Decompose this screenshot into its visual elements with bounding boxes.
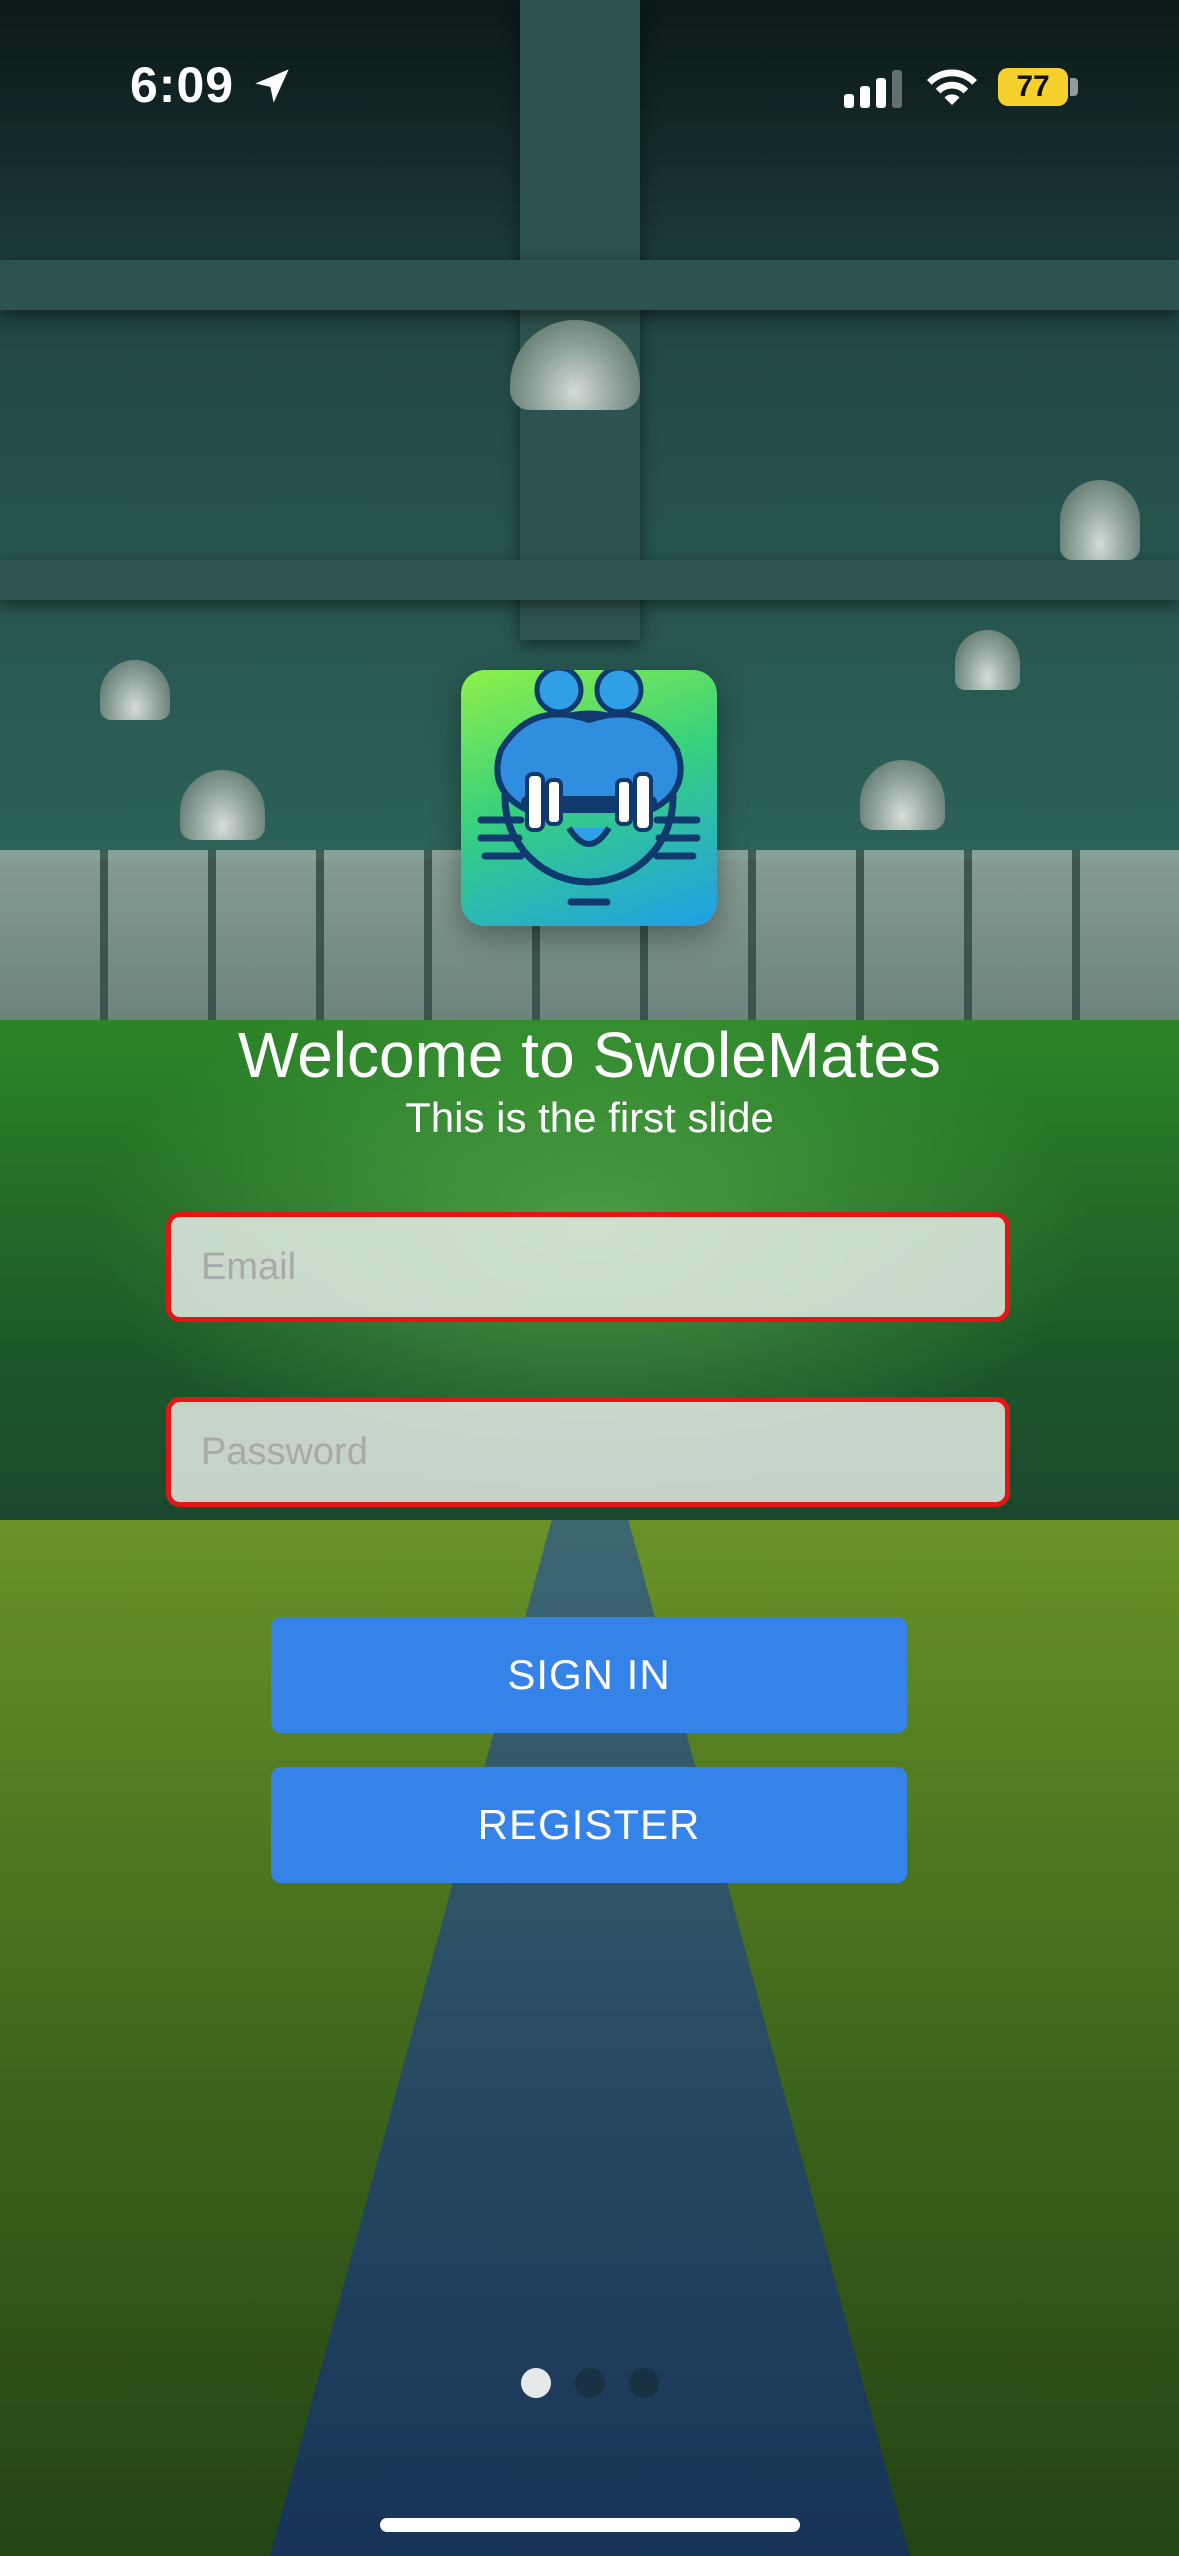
location-arrow-icon [255,69,289,103]
cellular-signal-icon [844,64,904,108]
slide-subtitle: This is the first slide [405,1094,774,1141]
home-indicator[interactable] [380,2518,800,2532]
email-input[interactable] [171,1217,1005,1317]
welcome-title: Welcome to SwoleMates [237,1019,942,1091]
battery-tip [1070,78,1078,96]
status-time: 6:09 [130,57,235,113]
email-field-container [166,1212,1010,1322]
sign-in-button[interactable]: SIGN IN [271,1617,907,1733]
battery-icon: 77 [998,68,1068,106]
wifi-icon [927,69,977,105]
page-dot-2[interactable] [574,2368,605,2398]
page-dot-3[interactable] [628,2368,659,2398]
page-indicator [0,2368,1179,2398]
status-bar: 6:09 77 [0,0,1179,170]
register-button[interactable]: REGISTER [271,1767,907,1883]
password-field-container [166,1397,1010,1507]
password-input[interactable] [171,1402,1005,1502]
app-logo [461,665,717,926]
page-dot-1[interactable] [520,2368,551,2398]
swolemates-logo-icon [477,665,701,906]
